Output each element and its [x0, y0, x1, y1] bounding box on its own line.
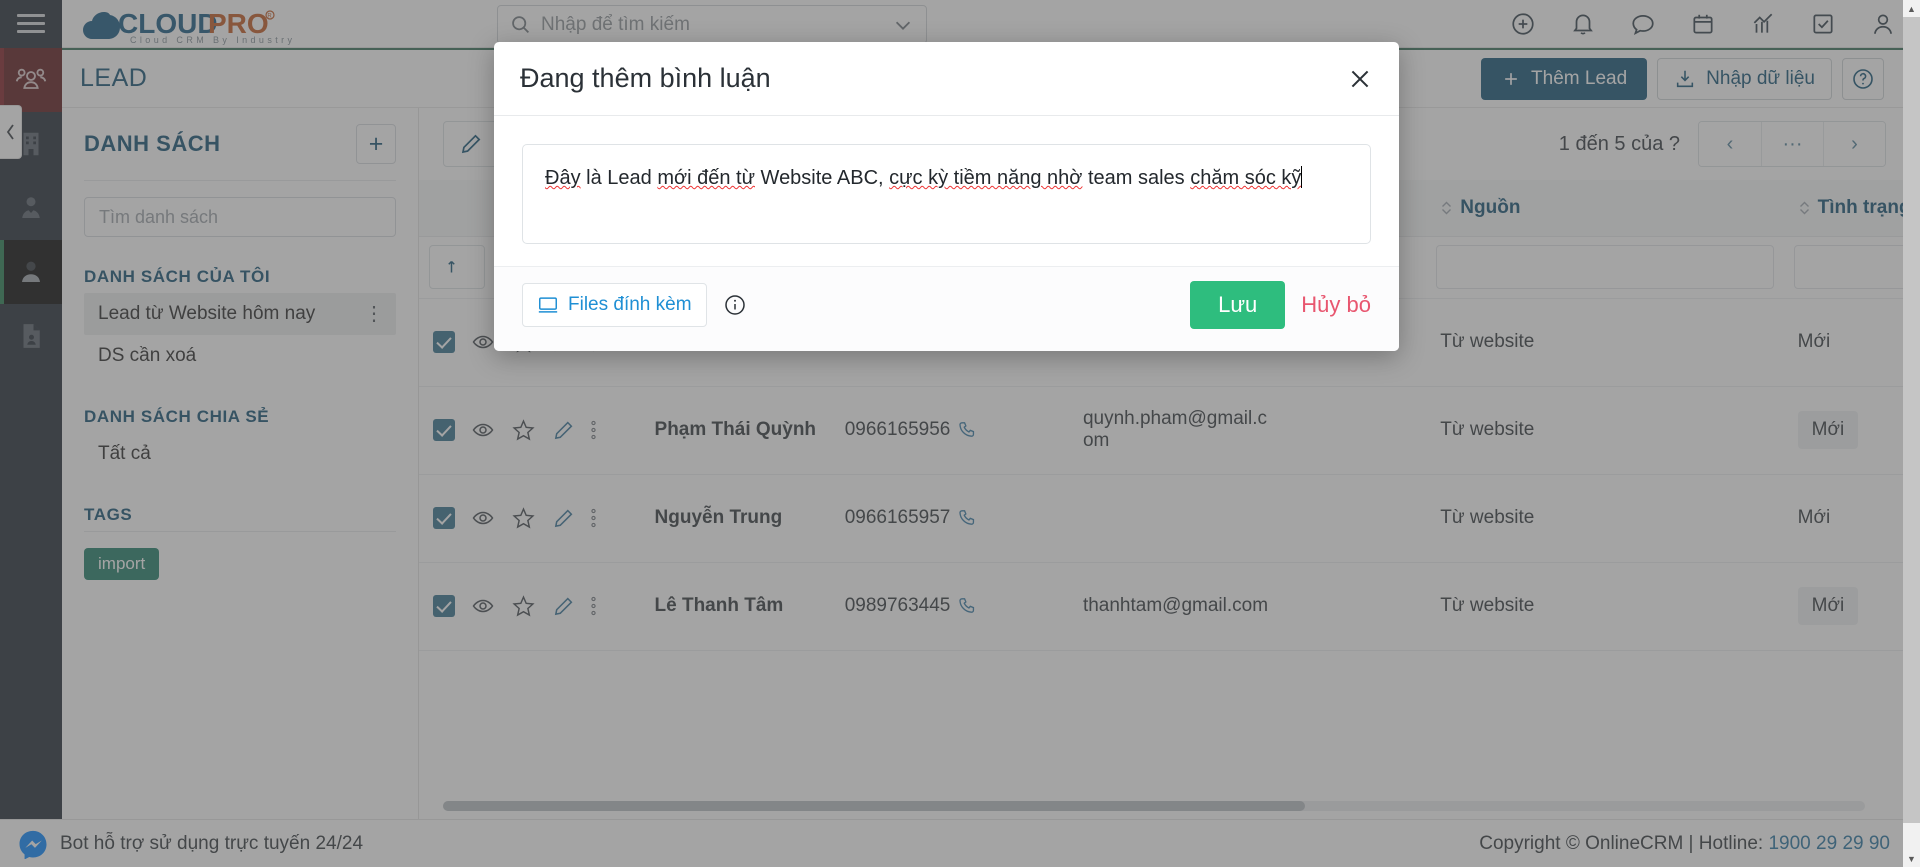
modal-body: Đây là Lead mới đến từ Website ABC, cực …	[494, 116, 1399, 266]
modal-header: Đang thêm bình luận	[494, 42, 1399, 116]
vertical-scrollbar[interactable]: ▲ ▼	[1903, 0, 1920, 867]
monitor-icon	[538, 297, 558, 313]
add-comment-modal: Đang thêm bình luận Đây là Lead mới đến …	[494, 42, 1399, 351]
comment-token: chăm sóc kỹ	[1190, 167, 1302, 189]
attach-files-button[interactable]: Files đính kèm	[522, 283, 707, 327]
comment-textarea[interactable]: Đây là Lead mới đến từ Website ABC, cực …	[522, 144, 1371, 244]
cancel-button[interactable]: Hủy bỏ	[1301, 292, 1371, 318]
comment-token: là Lead	[586, 167, 652, 189]
close-icon[interactable]	[1347, 66, 1373, 92]
scroll-down-arrow-icon[interactable]: ▼	[1903, 850, 1920, 867]
text-caret	[1301, 166, 1303, 188]
app-root: CLOUD PRO R Cloud CRM By Industry Nhập đ…	[0, 0, 1920, 867]
comment-token: Website ABC,	[760, 167, 884, 189]
modal-footer: Files đính kèm Lưu Hủy bỏ	[494, 266, 1399, 351]
comment-token: Đây	[545, 167, 581, 189]
comment-token: cực kỳ tiềm năng nhờ	[889, 167, 1083, 189]
comment-token: mới đến từ	[657, 167, 755, 189]
comment-token: team sales	[1087, 167, 1185, 189]
save-button[interactable]: Lưu	[1190, 281, 1286, 329]
modal-title: Đang thêm bình luận	[520, 63, 771, 93]
scroll-up-arrow-icon[interactable]: ▲	[1903, 0, 1920, 17]
attach-files-label: Files đính kèm	[568, 294, 692, 315]
info-icon[interactable]	[723, 293, 747, 317]
vertical-scrollbar-thumb[interactable]	[1903, 17, 1920, 823]
